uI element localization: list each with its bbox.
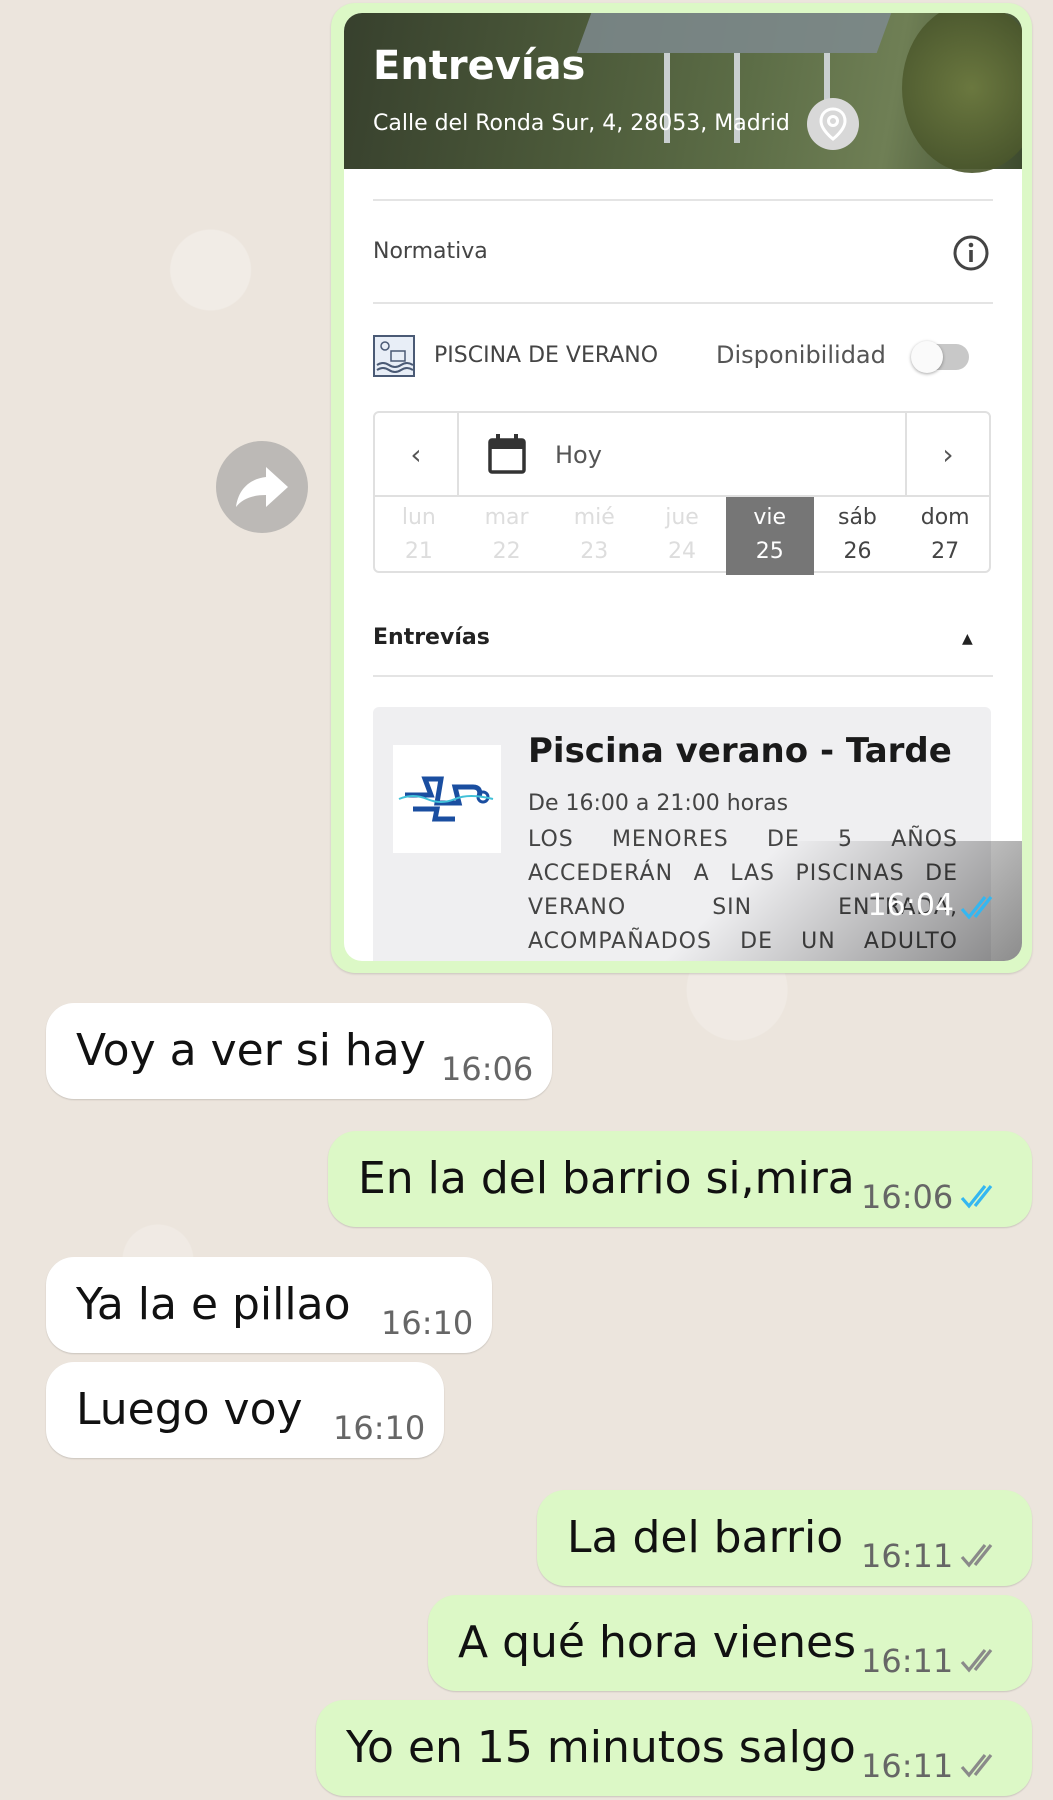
incoming-message[interactable]: Ya la e pillao 16:10 (46, 1257, 492, 1353)
availability-label: Disponibilidad (716, 341, 886, 369)
location-pin-icon (819, 107, 847, 141)
forwarded-image[interactable]: Entrevías Calle del Ronda Sur, 4, 28053,… (344, 13, 1022, 961)
message-text: En la del barrio si,mira (358, 1153, 855, 1204)
message-time: 16:06 (861, 1178, 954, 1216)
day-cell: jue 24 (665, 505, 699, 564)
message-text: Yo en 15 minutos salgo (346, 1722, 856, 1773)
double-tick-icon (960, 1185, 993, 1209)
pool-type-label: PISCINA DE VERANO (434, 343, 659, 368)
section-title: Entrevías (373, 625, 490, 650)
message-text: Voy a ver si hay (76, 1025, 426, 1076)
day-cell: lun 21 (401, 505, 436, 564)
venue-address: Calle del Ronda Sur, 4, 28053, Madrid (373, 111, 790, 136)
day-cell-selected: vie 25 (725, 497, 814, 575)
outgoing-message[interactable]: En la del barrio si,mira 16:06 (328, 1131, 1032, 1227)
message-time: 16:06 (441, 1050, 534, 1088)
day-cell: sáb 26 (837, 505, 877, 564)
info-icon (953, 235, 989, 271)
incoming-message[interactable]: Luego voy 16:10 (46, 1362, 444, 1458)
outgoing-message[interactable]: Yo en 15 minutos salgo 16:11 (316, 1700, 1032, 1796)
outgoing-message[interactable]: A qué hora vienes 16:11 (428, 1595, 1032, 1691)
hero-banner: Entrevías Calle del Ronda Sur, 4, 28053,… (344, 13, 1022, 173)
prev-week-button: ‹ (375, 413, 459, 495)
message-text: A qué hora vienes (458, 1617, 857, 1668)
message-time: 16:11 (861, 1747, 954, 1785)
message-text: Luego voy (76, 1384, 303, 1435)
calendar-icon (488, 434, 526, 474)
double-tick-icon (960, 1649, 993, 1673)
next-week-button: › (905, 413, 989, 495)
message-time: 16:11 (861, 1537, 954, 1575)
double-tick-icon (960, 896, 993, 920)
collapse-caret-icon: ▲ (962, 631, 973, 647)
forward-icon (236, 467, 288, 507)
divider (373, 302, 993, 304)
message-text: Ya la e pillao (76, 1279, 351, 1330)
pool-icon (373, 335, 415, 377)
ticket-hours: De 16:00 a 21:00 horas (528, 791, 789, 816)
double-tick-icon (960, 1754, 993, 1778)
divider (373, 199, 993, 201)
day-cell: mar 22 (484, 505, 529, 564)
forward-button[interactable] (216, 441, 308, 533)
message-time: 16:04 (867, 888, 954, 923)
today-label: Hoy (555, 441, 602, 469)
double-tick-icon (960, 1544, 993, 1568)
message-time: 16:10 (333, 1409, 426, 1447)
day-cell: mié 23 (573, 505, 615, 564)
divider (373, 675, 993, 677)
day-cell: dom 27 (920, 505, 970, 564)
message-time: 16:11 (861, 1642, 954, 1680)
swimmer-logo-icon (393, 745, 501, 853)
availability-toggle (911, 341, 969, 373)
date-picker: ‹ Hoy › lun 21 mar 22 mié 23 jue 24 vie 25 sá… (373, 411, 991, 575)
outgoing-message[interactable]: La del barrio 16:11 (537, 1490, 1032, 1586)
venue-title: Entrevías (373, 43, 586, 89)
weekday-strip: lun 21 mar 22 mié 23 jue 24 vie 25 sáb 26 dom 2… (375, 495, 989, 575)
normativa-label: Normativa (373, 239, 488, 264)
message-time: 16:10 (381, 1304, 474, 1342)
message-text: La del barrio (567, 1512, 844, 1563)
incoming-message[interactable]: Voy a ver si hay 16:06 (46, 1003, 552, 1099)
ticket-title: Piscina verano - Tarde (528, 731, 952, 771)
location-pin-button (807, 98, 859, 150)
